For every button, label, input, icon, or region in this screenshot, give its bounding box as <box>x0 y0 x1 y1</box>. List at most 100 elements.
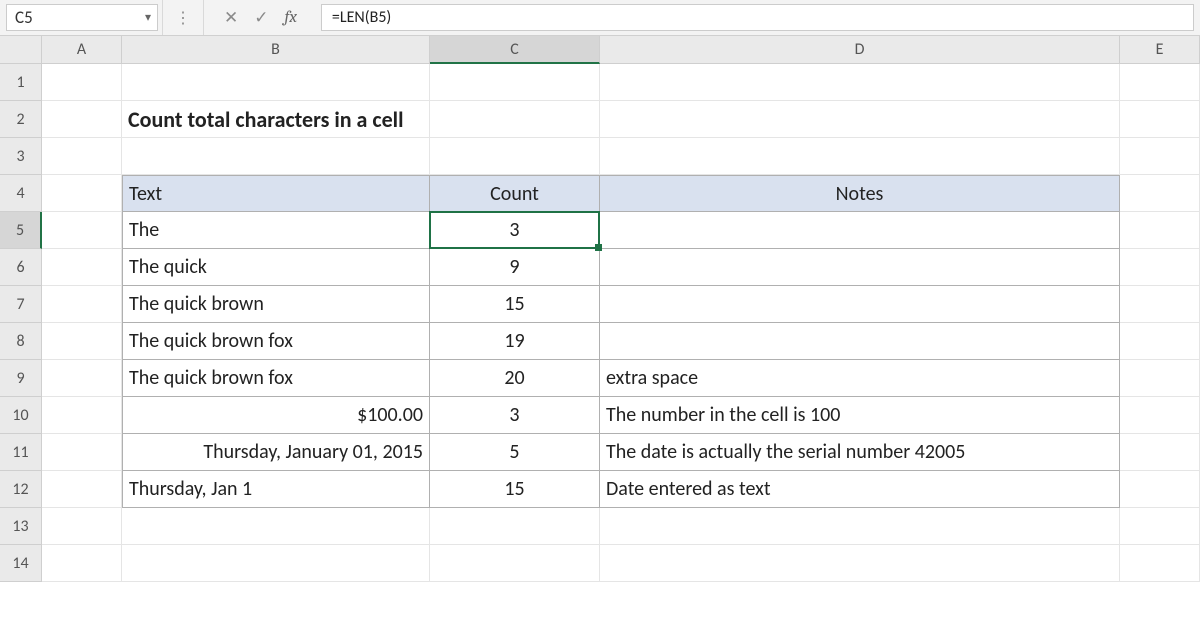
name-box-dropdown-icon[interactable]: ▾ <box>145 10 151 25</box>
cell-count[interactable]: 5 <box>430 434 600 471</box>
cell-text[interactable]: The quick brown fox <box>122 323 430 360</box>
cell-text[interactable]: Thursday, Jan 1 <box>122 471 430 508</box>
cell[interactable] <box>1120 212 1200 249</box>
row-header[interactable]: 12 <box>0 471 42 508</box>
row-header[interactable]: 13 <box>0 508 42 545</box>
col-header-A[interactable]: A <box>42 36 122 64</box>
cell[interactable] <box>42 286 122 323</box>
cell[interactable] <box>430 64 600 101</box>
row-header[interactable]: 7 <box>0 286 42 323</box>
cell[interactable] <box>600 64 1120 101</box>
cell[interactable] <box>42 249 122 286</box>
cell[interactable] <box>122 545 430 582</box>
row-header[interactable]: 10 <box>0 397 42 434</box>
cell[interactable] <box>122 138 430 175</box>
cell-notes[interactable] <box>600 212 1120 249</box>
cell[interactable] <box>122 508 430 545</box>
cell[interactable] <box>1120 508 1200 545</box>
formula-input[interactable]: =LEN(B5) <box>321 4 1194 31</box>
col-header-E[interactable]: E <box>1120 36 1200 64</box>
col-header-C[interactable]: C <box>430 36 600 64</box>
cell[interactable] <box>42 471 122 508</box>
cell-notes[interactable] <box>600 323 1120 360</box>
cell-text[interactable]: The quick brown fox <box>122 360 430 397</box>
cell-count[interactable]: 20 <box>430 360 600 397</box>
table-header-count[interactable]: Count <box>430 175 600 212</box>
cell[interactable] <box>430 545 600 582</box>
row-header[interactable]: 1 <box>0 64 42 101</box>
cell-text[interactable]: Thursday, January 01, 2015 <box>122 434 430 471</box>
cell[interactable] <box>42 323 122 360</box>
cell-count[interactable]: 3 <box>430 397 600 434</box>
cell[interactable] <box>1120 249 1200 286</box>
cell[interactable] <box>1120 138 1200 175</box>
cell[interactable] <box>1120 397 1200 434</box>
table-header-text[interactable]: Text <box>122 175 430 212</box>
cell-text[interactable]: The <box>122 212 430 249</box>
cell[interactable] <box>1120 175 1200 212</box>
cell[interactable] <box>430 508 600 545</box>
formula-text: =LEN(B5) <box>332 8 391 27</box>
cell[interactable] <box>600 508 1120 545</box>
cell-count[interactable]: 15 <box>430 471 600 508</box>
cell[interactable] <box>600 101 1120 138</box>
row-header[interactable]: 6 <box>0 249 42 286</box>
row-header[interactable]: 5 <box>0 212 42 249</box>
cell-notes[interactable]: extra space <box>600 360 1120 397</box>
cell[interactable] <box>42 175 122 212</box>
cell[interactable] <box>600 138 1120 175</box>
cell-count[interactable]: 9 <box>430 249 600 286</box>
cell[interactable] <box>1120 545 1200 582</box>
col-header-D[interactable]: D <box>600 36 1120 64</box>
cell[interactable] <box>42 64 122 101</box>
name-box[interactable]: C5 ▾ <box>6 4 158 31</box>
cell[interactable] <box>1120 471 1200 508</box>
row-header[interactable]: 3 <box>0 138 42 175</box>
cell-text[interactable]: $100.00 <box>122 397 430 434</box>
row-header[interactable]: 9 <box>0 360 42 397</box>
cell-count[interactable]: 15 <box>430 286 600 323</box>
cell[interactable] <box>42 212 122 249</box>
row-1: 1 <box>0 64 1200 101</box>
cell[interactable] <box>42 138 122 175</box>
cell-text[interactable]: The quick brown <box>122 286 430 323</box>
cell-text[interactable]: The quick <box>122 249 430 286</box>
row-header[interactable]: 14 <box>0 545 42 582</box>
sheet-title[interactable]: Count total characters in a cell <box>122 101 430 138</box>
cell[interactable] <box>42 508 122 545</box>
row-header[interactable]: 4 <box>0 175 42 212</box>
cell[interactable] <box>1120 360 1200 397</box>
row-6: 6 The quick 9 <box>0 249 1200 286</box>
cell-count[interactable]: 3 <box>430 212 600 249</box>
cell[interactable] <box>600 545 1120 582</box>
cancel-icon[interactable]: ✕ <box>224 7 238 28</box>
select-all-corner[interactable] <box>0 36 42 64</box>
cell-count[interactable]: 19 <box>430 323 600 360</box>
cell[interactable] <box>122 64 430 101</box>
confirm-icon[interactable]: ✓ <box>254 7 268 28</box>
row-header[interactable]: 11 <box>0 434 42 471</box>
cell[interactable] <box>42 397 122 434</box>
cell[interactable] <box>1120 323 1200 360</box>
cell[interactable] <box>1120 286 1200 323</box>
cell[interactable] <box>430 138 600 175</box>
cell[interactable] <box>42 545 122 582</box>
col-header-B[interactable]: B <box>122 36 430 64</box>
cell[interactable] <box>42 434 122 471</box>
row-header[interactable]: 8 <box>0 323 42 360</box>
cell[interactable] <box>1120 64 1200 101</box>
cell[interactable] <box>430 101 600 138</box>
fx-icon[interactable]: fx <box>285 8 297 27</box>
cell[interactable] <box>42 360 122 397</box>
table-header-notes[interactable]: Notes <box>600 175 1120 212</box>
row-header[interactable]: 2 <box>0 101 42 138</box>
cell-notes[interactable]: The date is actually the serial number 4… <box>600 434 1120 471</box>
cell[interactable] <box>42 101 122 138</box>
cell[interactable] <box>1120 101 1200 138</box>
cell-notes[interactable] <box>600 249 1120 286</box>
cell-notes[interactable]: Date entered as text <box>600 471 1120 508</box>
cell[interactable] <box>1120 434 1200 471</box>
cell-notes[interactable] <box>600 286 1120 323</box>
cell-notes[interactable]: The number in the cell is 100 <box>600 397 1120 434</box>
column-headers: A B C D E <box>0 36 1200 64</box>
